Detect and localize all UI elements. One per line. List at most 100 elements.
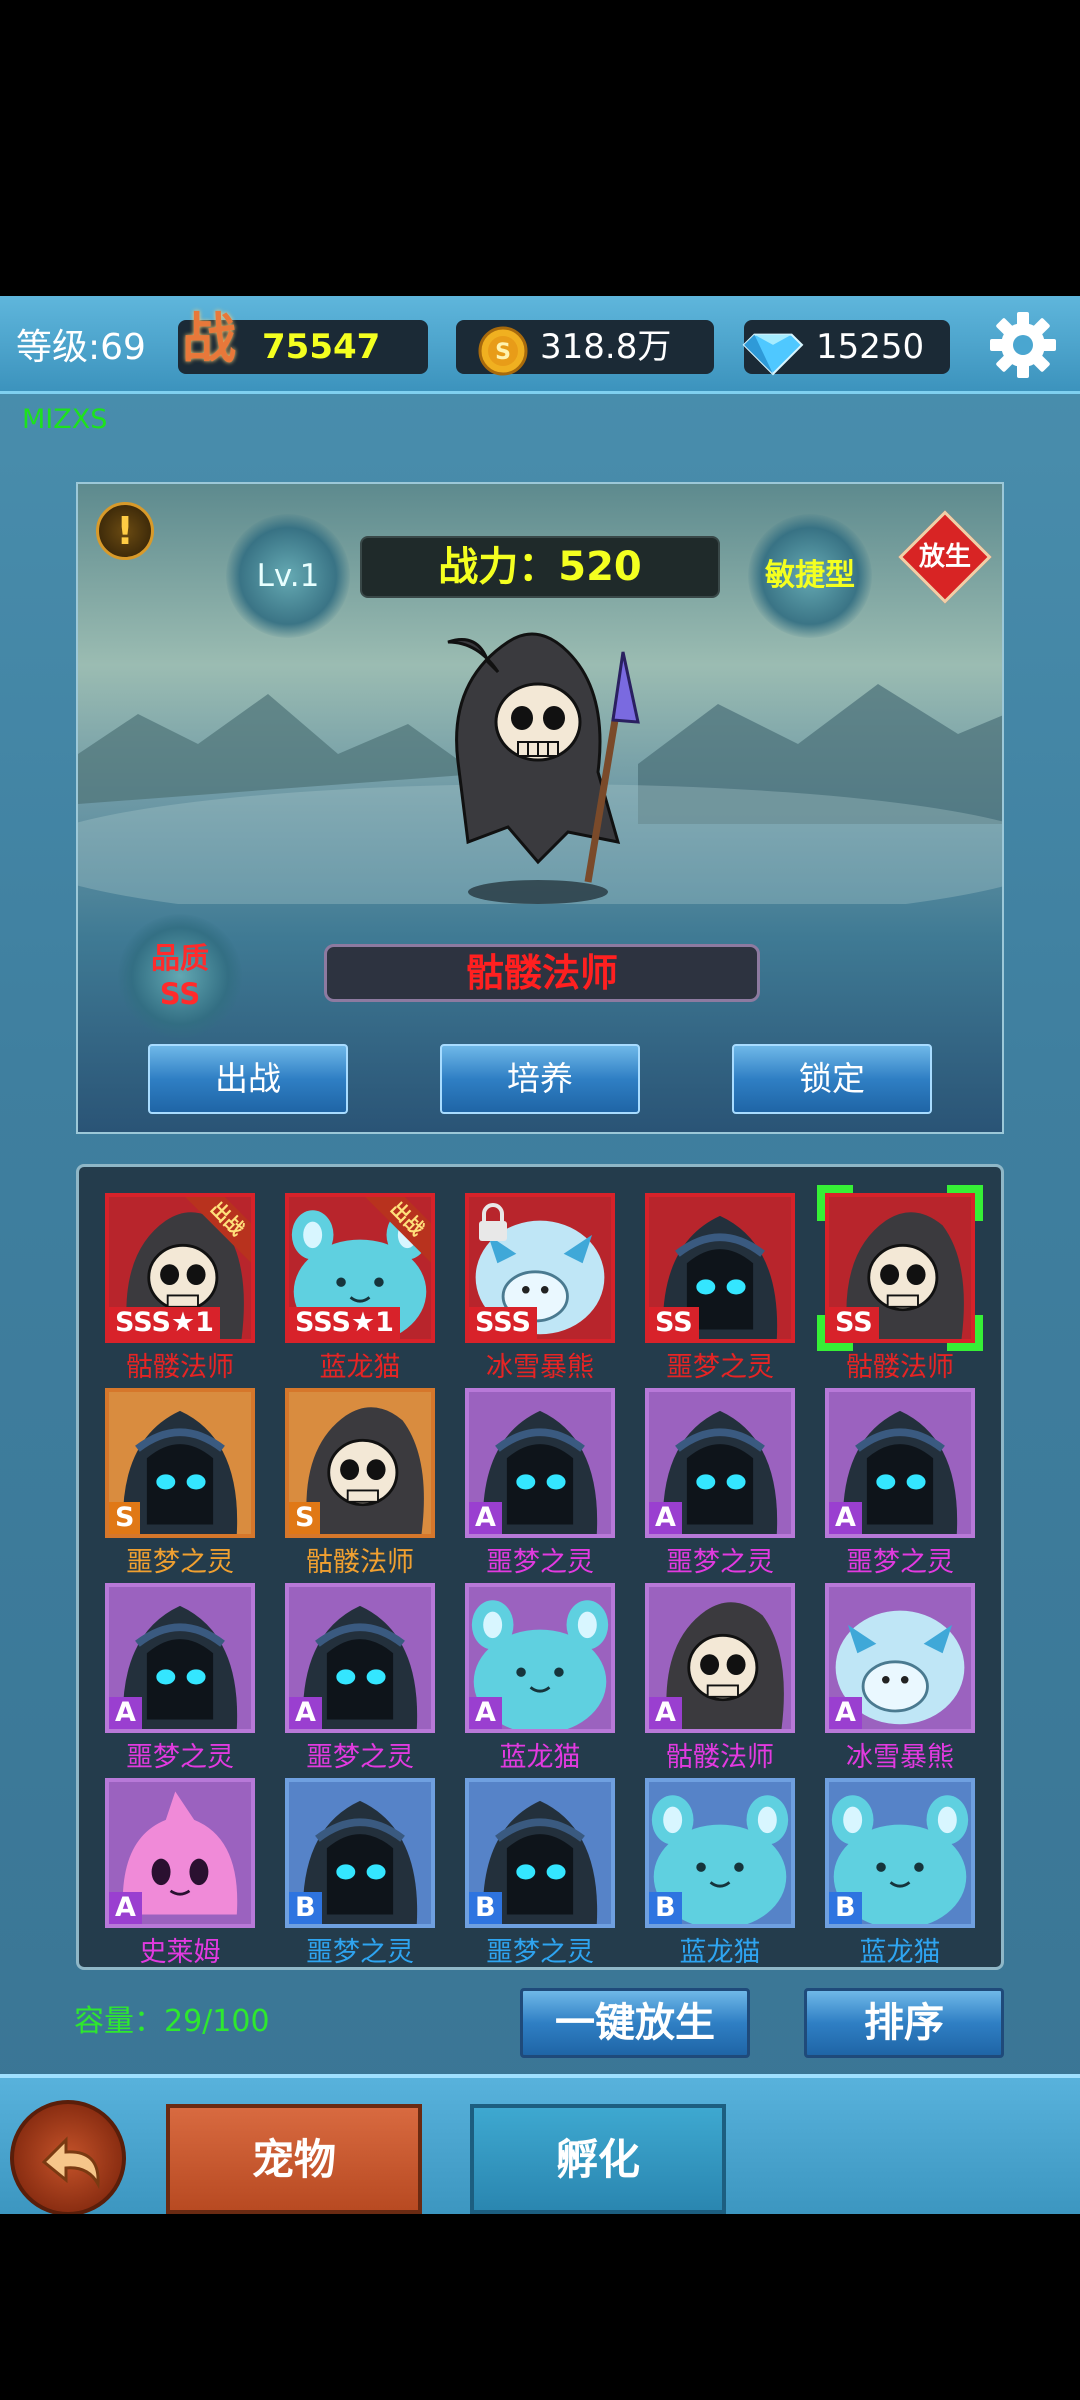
pet-slot[interactable]: S 骷髅法师 bbox=[285, 1388, 435, 1578]
settings-gear-icon[interactable] bbox=[988, 310, 1058, 380]
pet-grade-badge: S bbox=[109, 1502, 141, 1534]
pet-slot[interactable]: A 冰雪暴熊 bbox=[825, 1583, 975, 1773]
sort-button[interactable]: 排序 bbox=[804, 1988, 1004, 2058]
release-label[interactable]: 放生 bbox=[898, 536, 992, 573]
pet-card[interactable]: B bbox=[465, 1778, 615, 1928]
pet-power-label: 战力：520 bbox=[360, 536, 720, 598]
pet-card[interactable]: B bbox=[285, 1778, 435, 1928]
pet-card[interactable]: SSS bbox=[465, 1193, 615, 1343]
pet-card[interactable]: 出战 SSS★1 bbox=[285, 1193, 435, 1343]
pet-card[interactable]: A bbox=[465, 1388, 615, 1538]
pet-card[interactable]: S bbox=[105, 1388, 255, 1538]
quality-label: 品质 bbox=[150, 941, 209, 975]
pet-quality-orb: 品质 SS bbox=[118, 914, 242, 1038]
pet-grade-badge: SSS★1 bbox=[109, 1307, 220, 1339]
pet-slot[interactable]: 出战 SSS★1 蓝龙猫 bbox=[285, 1193, 435, 1383]
pet-card[interactable]: 出战 SSS★1 bbox=[105, 1193, 255, 1343]
pet-grade-badge: A bbox=[649, 1697, 682, 1729]
tab-hatch[interactable]: 孵化 bbox=[470, 2104, 726, 2214]
pet-grade-badge: A bbox=[649, 1502, 682, 1534]
pet-grade-badge: A bbox=[469, 1502, 502, 1534]
pet-name-label: 噩梦之灵 bbox=[846, 1547, 954, 1578]
pet-card[interactable]: A bbox=[825, 1388, 975, 1538]
pet-slot[interactable]: A 噩梦之灵 bbox=[465, 1388, 615, 1578]
pet-name-label: 骷髅法师 bbox=[846, 1352, 954, 1383]
pet-card[interactable]: A bbox=[105, 1778, 255, 1928]
train-button[interactable]: 培养 bbox=[440, 1044, 640, 1114]
deploy-button[interactable]: 出战 bbox=[148, 1044, 348, 1114]
pet-grade-badge: SSS★1 bbox=[289, 1307, 400, 1339]
lock-button[interactable]: 锁定 bbox=[732, 1044, 932, 1114]
pet-slot[interactable]: 出战 SSS★1 骷髅法师 bbox=[105, 1193, 255, 1383]
pet-name-label: 噩梦之灵 bbox=[666, 1352, 774, 1383]
pet-card[interactable]: B bbox=[645, 1778, 795, 1928]
pet-grade-badge: SS bbox=[649, 1307, 699, 1339]
pet-card[interactable]: A bbox=[645, 1583, 795, 1733]
selection-frame bbox=[817, 1185, 983, 1351]
pet-name-label: 噩梦之灵 bbox=[306, 1937, 414, 1968]
pet-name-label: 噩梦之灵 bbox=[666, 1547, 774, 1578]
pet-card[interactable]: A bbox=[825, 1583, 975, 1733]
pet-grade-badge: B bbox=[649, 1892, 682, 1924]
battle-power-pill: 战 75547 bbox=[178, 312, 428, 374]
tag-text: MIZXS bbox=[22, 404, 108, 435]
pet-name-label: 冰雪暴熊 bbox=[846, 1742, 954, 1773]
pet-name-label: 骷髅法师 bbox=[126, 1352, 234, 1383]
pet-slot[interactable]: A 蓝龙猫 bbox=[465, 1583, 615, 1773]
back-button[interactable] bbox=[10, 2100, 126, 2214]
pet-card[interactable]: S bbox=[285, 1388, 435, 1538]
pet-grade-badge: SSS bbox=[469, 1307, 537, 1339]
pet-grade-badge: A bbox=[829, 1697, 862, 1729]
pet-slot[interactable]: A 骷髅法师 bbox=[645, 1583, 795, 1773]
pet-slot[interactable]: S 噩梦之灵 bbox=[105, 1388, 255, 1578]
game-screen: 等级:69 战 75547 S 318.8万 15250 MIZXS ! Lv.… bbox=[0, 296, 1080, 2214]
pet-name-label: 骷髅法师 bbox=[306, 1547, 414, 1578]
pet-name-label: 蓝龙猫 bbox=[319, 1352, 401, 1383]
gold-value: 318.8万 bbox=[540, 327, 672, 367]
player-level: 等级:69 bbox=[16, 327, 146, 368]
pet-name-label: 冰雪暴熊 bbox=[486, 1352, 594, 1383]
pet-name-label: 蓝龙猫 bbox=[679, 1937, 761, 1968]
pet-name-label: 噩梦之灵 bbox=[126, 1547, 234, 1578]
pet-slot[interactable]: B 蓝龙猫 bbox=[645, 1778, 795, 1968]
pet-slot[interactable]: B 噩梦之灵 bbox=[465, 1778, 615, 1968]
info-alert-icon[interactable]: ! bbox=[96, 502, 154, 560]
pet-name-label: 噩梦之灵 bbox=[486, 1937, 594, 1968]
pet-card[interactable]: A bbox=[105, 1583, 255, 1733]
pet-card[interactable]: A bbox=[465, 1583, 615, 1733]
pet-card[interactable]: B bbox=[825, 1778, 975, 1928]
pet-card[interactable]: A bbox=[285, 1583, 435, 1733]
pet-slot[interactable]: A 噩梦之灵 bbox=[825, 1388, 975, 1578]
pet-slot[interactable]: A 史莱姆 bbox=[105, 1778, 255, 1968]
pet-grade-badge: A bbox=[109, 1697, 142, 1729]
pet-grade-badge: A bbox=[829, 1502, 862, 1534]
top-resource-bar: 等级:69 战 75547 S 318.8万 15250 bbox=[0, 296, 1080, 394]
pet-card[interactable]: A bbox=[645, 1388, 795, 1538]
pet-slot[interactable]: B 噩梦之灵 bbox=[285, 1778, 435, 1968]
pet-slot[interactable]: SS 噩梦之灵 bbox=[645, 1193, 795, 1383]
release-all-button[interactable]: 一键放生 bbox=[520, 1988, 750, 2058]
pet-slot[interactable]: SS 骷髅法师 bbox=[817, 1185, 983, 1383]
pet-name-banner: 骷髅法师 bbox=[324, 944, 760, 1002]
pet-name-label: 噩梦之灵 bbox=[486, 1547, 594, 1578]
pet-slot[interactable]: A 噩梦之灵 bbox=[285, 1583, 435, 1773]
svg-text:S: S bbox=[495, 340, 511, 365]
quality-value: SS bbox=[159, 977, 201, 1011]
bottom-nav-bar: 宠物 孵化 bbox=[0, 2074, 1080, 2214]
pet-slot[interactable]: SSS 冰雪暴熊 bbox=[465, 1193, 615, 1383]
gem-pill: 15250 bbox=[742, 320, 950, 376]
battle-icon: 战 bbox=[182, 307, 236, 370]
pet-card[interactable]: SS bbox=[645, 1193, 795, 1343]
lock-icon bbox=[475, 1203, 511, 1243]
diamond-icon bbox=[742, 333, 804, 376]
pet-slot[interactable]: A 噩梦之灵 bbox=[105, 1583, 255, 1773]
pet-detail-panel: ! Lv.1 战力：520 敏捷型 放生 品质 SS 骷髅法师 出战 培养 锁定 bbox=[76, 482, 1004, 1134]
pet-inventory-grid: 出战 SSS★1 骷髅法师 出战 SSS★1 蓝龙猫 SSS 冰雪暴熊 SS 噩梦之灵 SS 骷髅法师… bbox=[76, 1164, 1004, 1970]
pet-grade-badge: S bbox=[289, 1502, 321, 1534]
tab-pets[interactable]: 宠物 bbox=[166, 2104, 422, 2214]
back-arrow-icon bbox=[41, 2136, 100, 2190]
pet-slot[interactable]: A 噩梦之灵 bbox=[645, 1388, 795, 1578]
pet-slot[interactable]: B 蓝龙猫 bbox=[825, 1778, 975, 1968]
gold-coin-icon: S bbox=[478, 326, 528, 376]
pet-level-orb: Lv.1 bbox=[226, 514, 350, 638]
